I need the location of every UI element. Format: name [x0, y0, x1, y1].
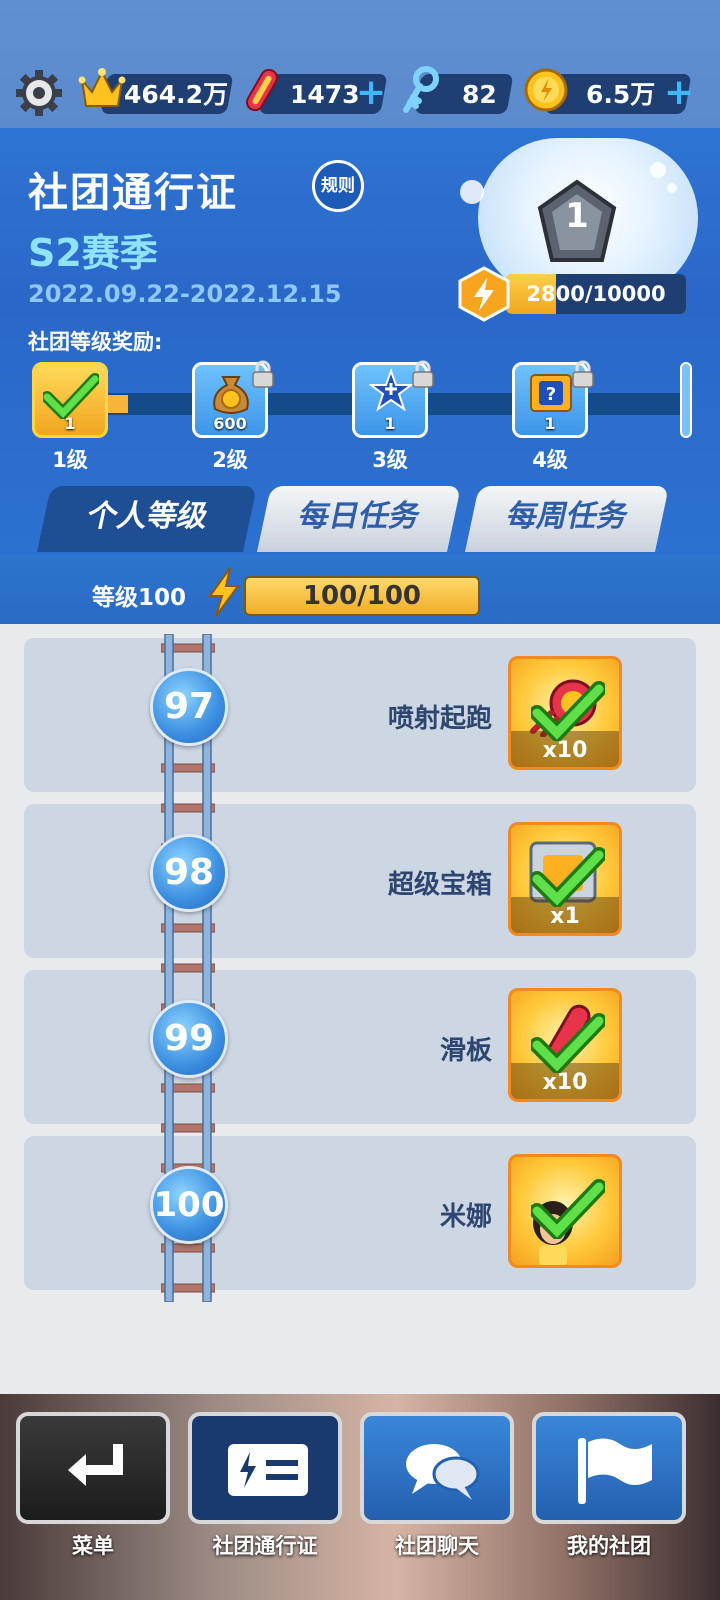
- prize-count: x10: [542, 738, 588, 763]
- club-pass-label: 社团通行证: [212, 1534, 318, 1558]
- star-icon: [369, 369, 413, 412]
- coin-count: 6.5万: [586, 80, 656, 109]
- tab-personal-level[interactable]: 个人等级: [36, 486, 258, 552]
- check-icon: [43, 373, 99, 419]
- menu-button[interactable]: [16, 1412, 170, 1524]
- player-level-label: 等级100: [92, 585, 187, 611]
- club-xp-text: 2800/10000: [526, 282, 666, 306]
- season-dates: 2022.09.22-2022.12.15: [28, 280, 342, 308]
- reward-level-label: 1级: [52, 448, 88, 472]
- add-hoverboard-button[interactable]: +: [356, 75, 386, 111]
- my-club-button[interactable]: [532, 1412, 686, 1524]
- reward-name: 米娜: [439, 1202, 492, 1232]
- svg-text:?: ?: [546, 384, 556, 405]
- crown-count: 464.2万: [124, 80, 229, 109]
- key-icon: [403, 66, 439, 113]
- reward-count: 1: [544, 414, 556, 433]
- page-title: 社团通行证: [28, 170, 238, 216]
- level-node: 99: [150, 1000, 228, 1078]
- reward-level-label: 2级: [212, 448, 248, 472]
- club-chat-button[interactable]: [360, 1412, 514, 1524]
- mystery-box-icon: ?: [530, 374, 572, 412]
- club-pass-button[interactable]: [188, 1412, 342, 1524]
- chat-bubbles-icon: [406, 1444, 480, 1500]
- check-icon: [531, 1013, 605, 1073]
- club-reward-label: 社团等级奖励:: [28, 330, 163, 354]
- reward-count: 1: [384, 414, 396, 433]
- tab-weekly-tasks[interactable]: 每周任务: [464, 486, 670, 552]
- lock-icon: [572, 360, 594, 388]
- prize-jetpack-start[interactable]: x10: [508, 656, 622, 770]
- check-icon: [531, 847, 605, 907]
- check-icon: [531, 1179, 605, 1239]
- reward-count: 600: [213, 414, 247, 433]
- prize-hoverboard[interactable]: x10: [508, 988, 622, 1102]
- club-level-number: 1: [565, 196, 589, 236]
- pass-ticket-icon: [228, 1444, 308, 1496]
- prize-super-chest[interactable]: x1: [508, 822, 622, 936]
- gear-icon[interactable]: [14, 68, 64, 118]
- reward-track-end: [680, 362, 692, 438]
- my-club-label: 我的社团: [567, 1534, 651, 1558]
- lock-icon: [252, 360, 274, 388]
- rules-button[interactable]: 规则: [312, 160, 364, 212]
- level-node: 98: [150, 834, 228, 912]
- player-level-progress: 100/100: [244, 576, 480, 616]
- flag-icon: [578, 1438, 652, 1504]
- reward-name: 喷射起跑: [387, 704, 492, 734]
- key-count: 82: [462, 80, 497, 109]
- level-node: 100: [150, 1166, 228, 1244]
- reward-level-label: 4级: [532, 448, 568, 472]
- reward-level-1[interactable]: 1: [32, 362, 108, 438]
- hoverboard-count: 1473: [290, 80, 360, 109]
- reward-level-label: 3级: [372, 448, 408, 472]
- lightning-icon: [208, 567, 240, 617]
- prize-count: x10: [542, 1070, 588, 1095]
- check-icon: [531, 681, 605, 741]
- prize-character-mina[interactable]: [508, 1154, 622, 1268]
- reward-name: 超级宝箱: [387, 870, 492, 900]
- return-arrow-icon: [68, 1444, 123, 1486]
- prize-count: x1: [550, 904, 580, 929]
- reward-count: 1: [64, 414, 76, 433]
- coin-bag-icon: [213, 376, 249, 414]
- season-label: S2赛季: [28, 231, 158, 275]
- menu-label: 菜单: [72, 1534, 114, 1558]
- lock-icon: [412, 360, 434, 388]
- tab-daily-tasks[interactable]: 每日任务: [256, 486, 462, 552]
- reward-name: 滑板: [439, 1036, 492, 1066]
- add-coin-button[interactable]: +: [664, 75, 694, 111]
- level-node: 97: [150, 668, 228, 746]
- club-chat-label: 社团聊天: [395, 1534, 479, 1558]
- hoverboard-icon: [246, 68, 278, 112]
- energy-hex-icon: [458, 266, 510, 322]
- coin-icon: [524, 68, 568, 112]
- crown-icon: [78, 68, 126, 107]
